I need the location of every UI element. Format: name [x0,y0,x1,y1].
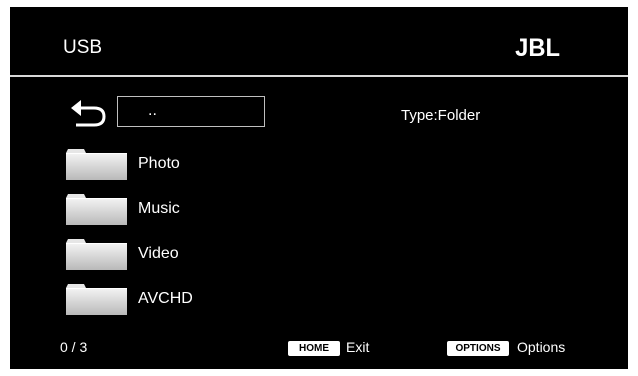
parent-folder-entry[interactable]: .. [117,96,265,127]
source-title: USB [63,37,103,58]
options-label[interactable]: Options [517,339,565,356]
page-counter: 0 / 3 [60,339,88,355]
home-key-badge[interactable]: HOME [288,341,340,356]
folder-item-music[interactable]: Music [66,193,336,225]
folder-icon [66,149,127,180]
jbl-logo: JBL [514,34,560,62]
folder-label: Music [138,200,180,217]
back-arrow-icon[interactable] [70,99,108,127]
folder-item-avchd[interactable]: AVCHD [66,283,336,315]
folder-label: AVCHD [138,290,193,307]
usb-browser-screen: USB JBL .. Type:Folder Photo Music Video… [10,7,628,369]
folder-item-video[interactable]: Video [66,238,336,270]
folder-item-photo[interactable]: Photo [66,148,336,180]
header-divider [10,75,628,77]
folder-label: Video [138,245,179,262]
folder-icon [66,194,127,225]
home-exit-label[interactable]: Exit [346,339,369,356]
folder-icon [66,239,127,270]
folder-icon [66,284,127,315]
item-type-info: Type:Folder [401,107,481,124]
options-key-badge[interactable]: OPTIONS [447,341,509,356]
folder-label: Photo [138,155,180,172]
